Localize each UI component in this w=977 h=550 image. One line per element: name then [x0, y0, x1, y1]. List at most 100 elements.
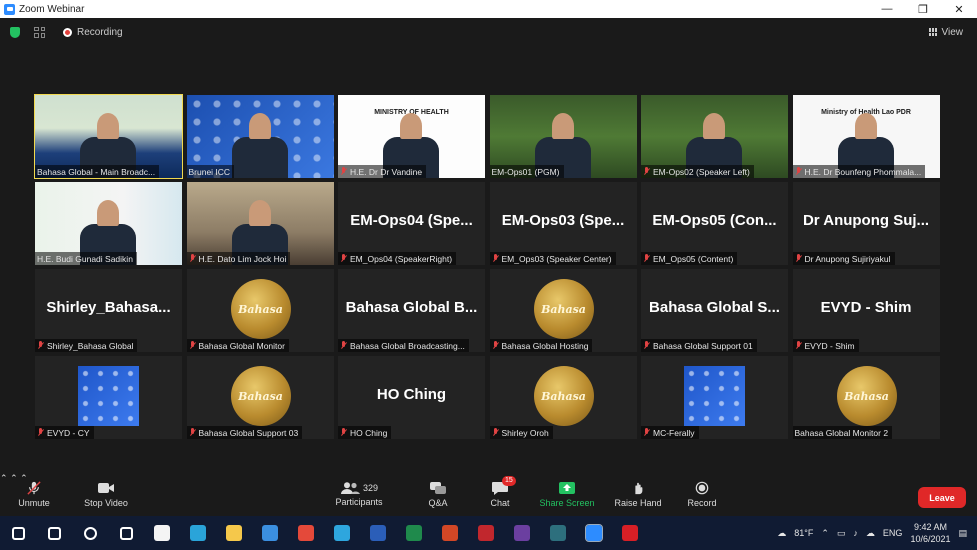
unmute-label: Unmute [18, 498, 50, 508]
search-icon [47, 526, 61, 540]
share-screen-button[interactable]: Share Screen [537, 473, 597, 516]
view-button[interactable]: View [928, 27, 963, 38]
search-taskbar-button[interactable] [36, 516, 72, 550]
maximize-button[interactable]: ❐ [905, 3, 941, 16]
participant-tile[interactable]: EM-Ops01 (PGM) [489, 95, 637, 178]
weather-cloud-icon[interactable]: ☁ [777, 528, 786, 539]
participant-tile[interactable]: EVYD - Shim EVYD - Shim [792, 269, 940, 352]
qa-icon [430, 482, 446, 494]
cortana-taskbar-button[interactable] [72, 516, 108, 550]
participant-tile[interactable]: Brunei ICC [186, 95, 334, 178]
participant-tile[interactable]: Ministry of Health Lao PDR H.E. Dr Bounfe… [792, 95, 940, 178]
file-explorer-taskbar-button[interactable] [216, 516, 252, 550]
chrome-taskbar-button[interactable] [288, 516, 324, 550]
participant-tile[interactable]: Bahasa Global - Main Broadc... [34, 94, 183, 179]
participant-name-tag: Bahasa Global - Main Broadc... [35, 165, 160, 178]
participant-head [703, 113, 725, 139]
tray-chevron-up-icon[interactable]: ⌃ [821, 528, 829, 539]
network-icon[interactable]: ▭ [837, 528, 846, 539]
participant-tile[interactable]: HO Ching HO Ching [338, 356, 485, 439]
participant-tile[interactable]: Bahasa Shirley Oroh [489, 356, 637, 439]
participant-tile[interactable]: EM-Ops02 (Speaker Left) [641, 95, 788, 178]
chat-label: Chat [490, 498, 510, 508]
participant-tile[interactable]: Bahasa Global S... Bahasa Global Support … [641, 269, 788, 352]
participant-display-name: EM-Ops05 (Con... [652, 212, 777, 229]
participant-tile[interactable]: Dr Anupong Suj... Dr Anupong Sujiriyakul [792, 182, 940, 265]
unmute-button[interactable]: Unmute [8, 473, 60, 516]
chat-unread-badge: 15 [502, 476, 516, 486]
volume-icon[interactable]: ♪ [853, 528, 858, 538]
participant-tile[interactable]: Shirley_Bahasa... Shirley_Bahasa Global [35, 269, 182, 352]
participant-tile[interactable]: H.E. Budi Gunadi Sadikin [35, 182, 182, 265]
gallery-view-icon [928, 28, 938, 36]
participants-count: 329 [362, 483, 379, 493]
muted-mic-icon [643, 428, 650, 437]
participant-tile[interactable]: Bahasa Bahasa Global Hosting [489, 269, 637, 352]
participant-tile[interactable]: Bahasa Bahasa Global Support 03 [186, 356, 334, 439]
language-indicator[interactable]: ENG [883, 528, 903, 538]
excel-taskbar-button[interactable] [396, 516, 432, 550]
muted-mic-icon [189, 254, 196, 263]
participant-tile[interactable]: Bahasa Bahasa Global Monitor 2 [792, 356, 940, 439]
participant-display-name: HO Ching [376, 386, 447, 403]
participant-tile[interactable]: Bahasa Bahasa Global Monitor [186, 269, 334, 352]
participants-icon [340, 482, 360, 494]
onedrive-cloud-icon[interactable]: ☁ [866, 528, 875, 539]
weather-temperature[interactable]: 81°F [794, 528, 813, 538]
powerpoint-taskbar-button[interactable] [432, 516, 468, 550]
participant-tile[interactable]: Bahasa Global B... Bahasa Global Broadcas… [338, 269, 485, 352]
participant-tile[interactable]: EM-Ops05 (Con... EM_Ops05 (Content) [641, 182, 788, 265]
security-shield-icon[interactable] [10, 26, 20, 38]
edge-taskbar-button[interactable] [180, 516, 216, 550]
word-taskbar-button[interactable] [360, 516, 396, 550]
share-screen-icon [559, 482, 575, 494]
chrome-icon [298, 525, 314, 541]
participant-name-tag: Bahasa Global Monitor 2 [792, 426, 893, 439]
participant-tile[interactable]: EVYD - CY [35, 356, 182, 439]
meeting-info-icon[interactable] [34, 26, 45, 38]
participant-tile[interactable]: MINISTRY OF HEALTH H.E. Dr Dr Vandine [338, 95, 485, 178]
participants-button[interactable]: 329 Participants [330, 473, 388, 516]
participant-tile[interactable]: MC-Ferally [641, 356, 788, 439]
close-button[interactable]: ✕ [941, 3, 977, 16]
telegram-taskbar-button[interactable] [324, 516, 360, 550]
participant-name: Brunei ICC [188, 166, 231, 177]
participant-name-tag: Bahasa Global Monitor [186, 339, 289, 352]
notifications-icon[interactable]: ▤ [958, 528, 967, 539]
participant-tile[interactable]: EM-Ops04 (Spe... EM_Ops04 (SpeakerRight) [338, 182, 485, 265]
raise-hand-button[interactable]: Raise Hand [609, 473, 667, 516]
participant-head [854, 113, 877, 139]
muted-mic-icon [492, 254, 499, 263]
taskbar-clock[interactable]: 9:42 AM 10/6/2021 [910, 521, 950, 545]
mail-taskbar-button[interactable] [252, 516, 288, 550]
participant-tile[interactable]: EM-Ops03 (Spe... EM_Ops03 (Speaker Center… [489, 182, 637, 265]
store-taskbar-button[interactable] [144, 516, 180, 550]
muted-mic-icon [189, 341, 196, 350]
task-view-taskbar-button[interactable] [108, 516, 144, 550]
acrobat-taskbar-button[interactable] [612, 516, 648, 550]
windows-start-taskbar-button[interactable] [0, 516, 36, 550]
participant-tile[interactable]: H.E. Dato Lim Jock Hoi [186, 182, 334, 265]
bahasa-logo-icon: Bahasa [533, 366, 594, 426]
zoom-icon [585, 524, 603, 542]
participant-name: Bahasa Global - Main Broadc... [37, 166, 156, 177]
zoom-taskbar-button[interactable] [576, 516, 612, 550]
app-red-taskbar-button[interactable] [468, 516, 504, 550]
leave-button[interactable]: Leave [918, 487, 966, 508]
participants-indicator: 329 [340, 482, 378, 494]
participant-name-tag: EM_Ops05 (Content) [641, 252, 738, 265]
logo-text: Bahasa [541, 302, 586, 316]
stop-video-button[interactable]: Stop Video [78, 473, 134, 516]
windows-taskbar: ☁ 81°F ⌃ ▭ ♪ ☁ ENG 9:42 AM 10/6/2021 ▤ [0, 516, 977, 550]
app-teal-taskbar-button[interactable] [540, 516, 576, 550]
participant-name-tag: H.E. Dato Lim Jock Hoi [186, 252, 291, 265]
record-button[interactable]: Record [678, 473, 726, 516]
audio-options-chevron-icon[interactable]: ⌃ [0, 473, 8, 483]
minimize-button[interactable]: — [869, 3, 905, 16]
app-book-taskbar-button[interactable] [504, 516, 540, 550]
chat-button[interactable]: 15 Chat [476, 473, 524, 516]
participant-head [248, 200, 271, 226]
video-camera-icon [98, 483, 114, 493]
qa-button[interactable]: Q&A [413, 473, 463, 516]
participant-name: Bahasa Global Hosting [501, 340, 589, 351]
